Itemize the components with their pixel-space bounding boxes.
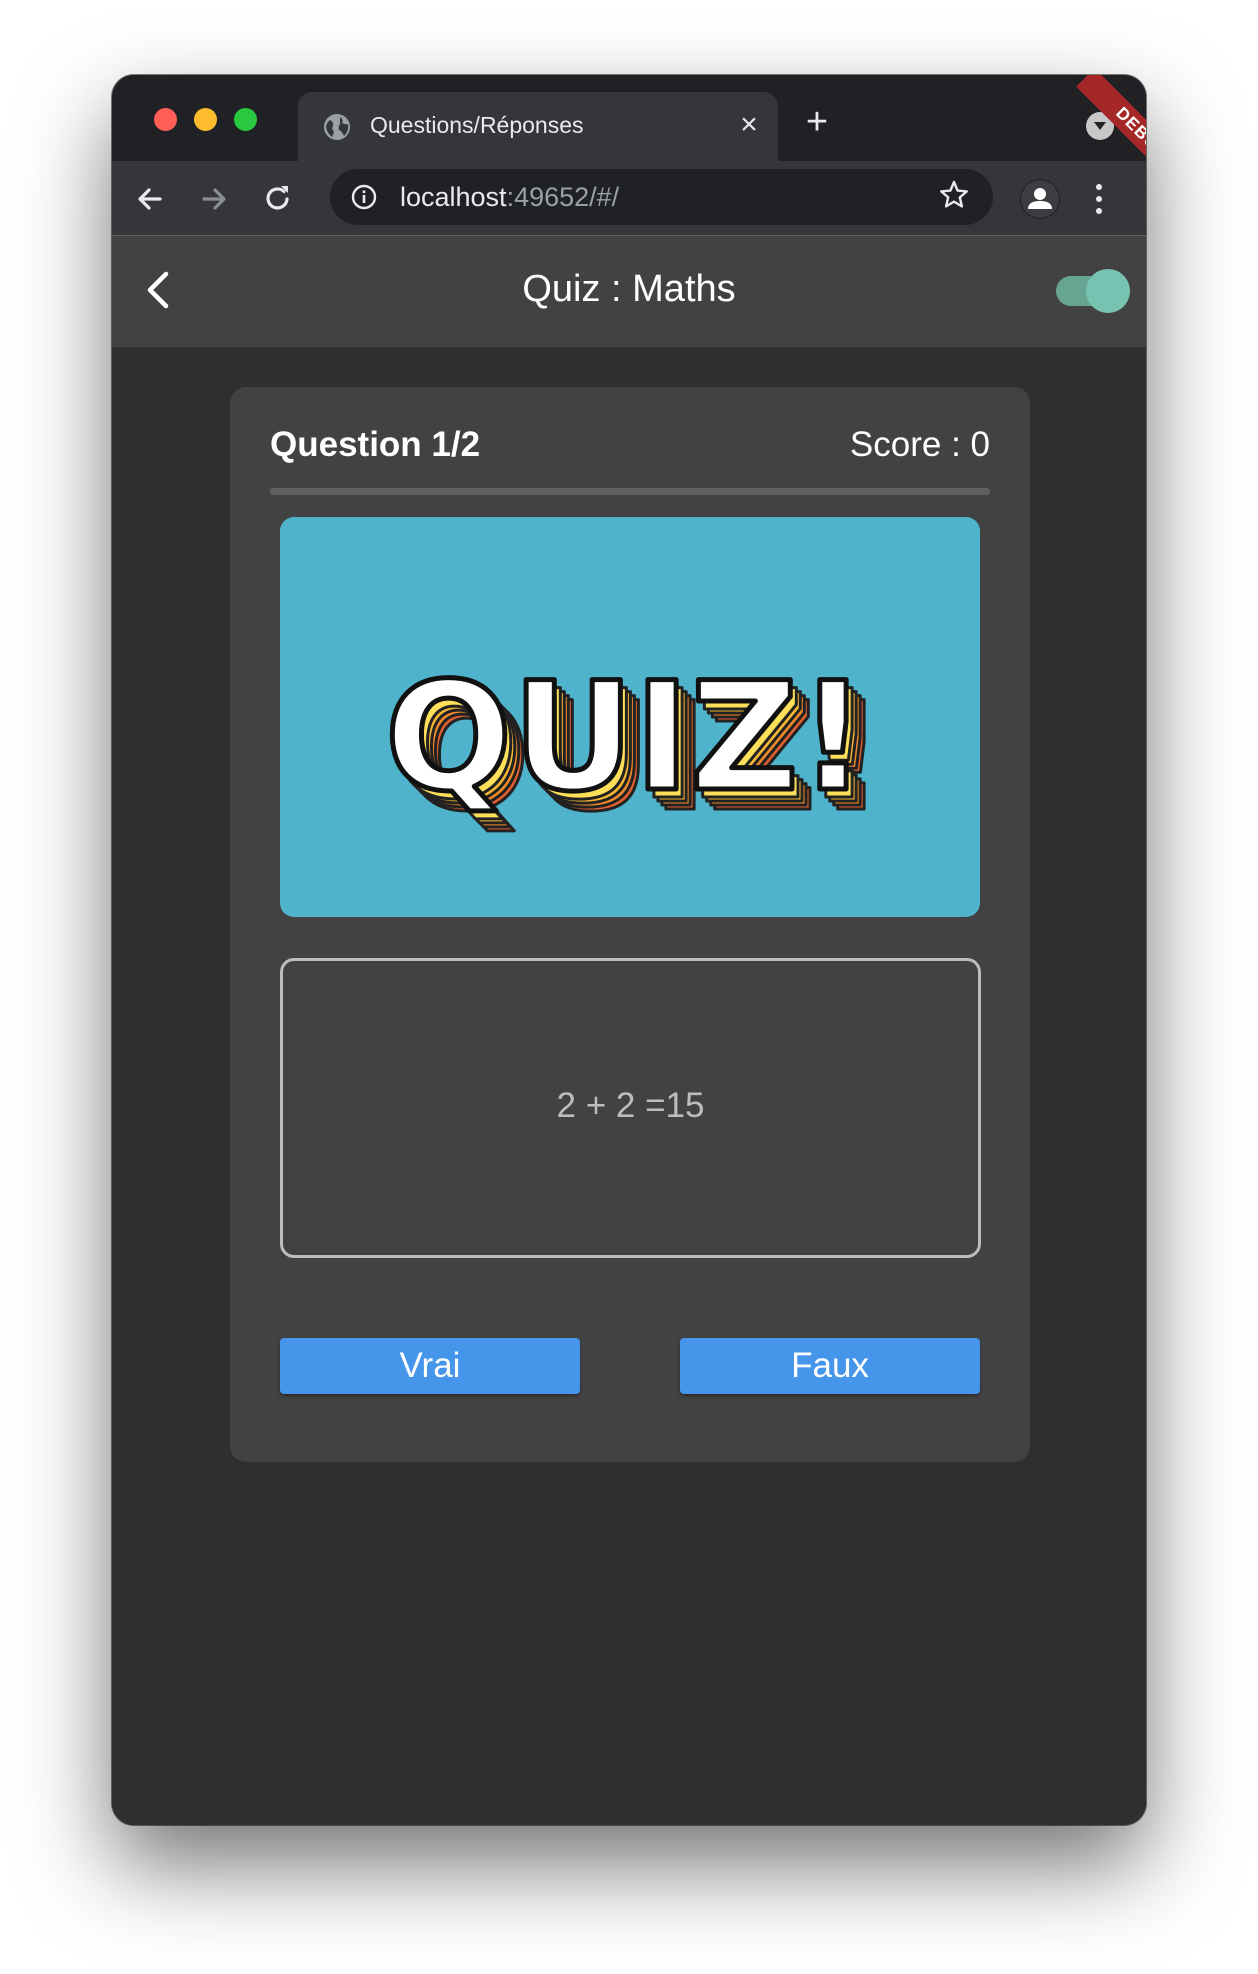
url-text: localhost:49652/#/	[400, 182, 620, 212]
back-arrow-icon[interactable]	[132, 181, 168, 217]
main-content: Question 1/2 Score : 0 QUIZ! QUIZ! QUIZ!…	[112, 347, 1146, 1825]
reload-icon[interactable]	[260, 181, 296, 217]
page-title: Quiz : Maths	[522, 268, 736, 310]
plus-icon[interactable]: +	[802, 103, 832, 141]
quiz-image: QUIZ! QUIZ! QUIZ! QUIZ! QUIZ!	[280, 517, 980, 917]
quiz-card: Question 1/2 Score : 0 QUIZ! QUIZ! QUIZ!…	[230, 387, 1030, 1462]
theme-toggle-knob[interactable]	[1086, 269, 1130, 313]
tab-title: Questions/Réponses	[370, 112, 584, 138]
question-box: 2 + 2 =15	[280, 958, 981, 1258]
info-icon[interactable]	[350, 183, 378, 211]
forward-arrow-icon[interactable]	[196, 181, 232, 217]
close-icon[interactable]: ×	[734, 110, 764, 140]
globe-icon	[324, 114, 350, 140]
score-label: Score : 0	[849, 425, 990, 464]
browser-window: Questions/Réponses × + localhost:49652/#…	[112, 75, 1146, 1825]
question-counter: Question 1/2	[270, 425, 481, 464]
app-bar: Quiz : Maths	[112, 236, 1146, 347]
question-text: 2 + 2 =15	[556, 1086, 705, 1125]
browser-tab[interactable]: Questions/Réponses ×	[298, 92, 778, 161]
false-button[interactable]: Faux	[680, 1338, 980, 1394]
address-bar[interactable]: localhost:49652/#/	[330, 169, 993, 225]
maximize-window-button[interactable]	[234, 108, 257, 131]
quiz-logo-text: QUIZ!	[385, 651, 867, 825]
person-icon	[1021, 180, 1059, 218]
kebab-menu-icon[interactable]	[1094, 181, 1104, 217]
minimize-window-button[interactable]	[194, 108, 217, 131]
profile-icon[interactable]	[1020, 179, 1060, 219]
true-button[interactable]: Vrai	[280, 1338, 580, 1394]
tab-bar: Questions/Réponses × +	[112, 75, 1146, 161]
star-icon[interactable]	[938, 179, 970, 211]
browser-toolbar: localhost:49652/#/	[112, 161, 1146, 236]
quiz-logo-graphic: QUIZ! QUIZ! QUIZ! QUIZ! QUIZ!	[382, 649, 886, 847]
close-window-button[interactable]	[154, 108, 177, 131]
progress-bar	[270, 488, 990, 495]
